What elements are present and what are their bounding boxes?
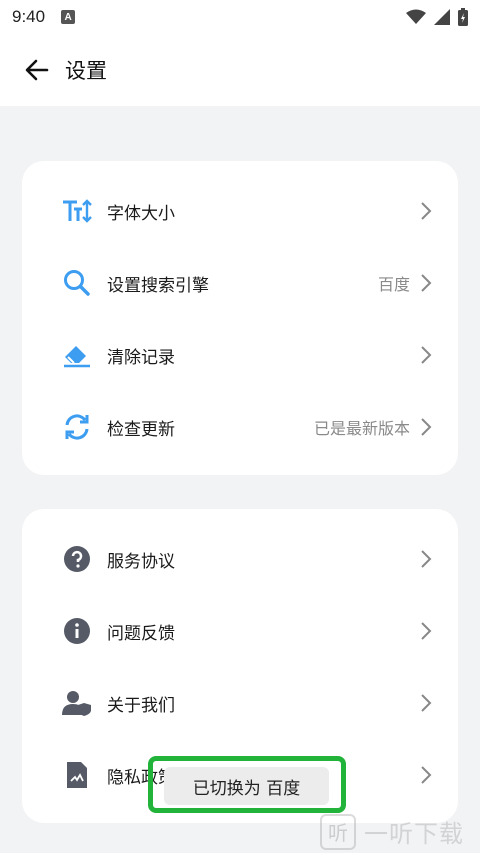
battery-icon: [458, 8, 468, 26]
font-size-row[interactable]: 字体大小: [22, 175, 458, 247]
eraser-icon: [62, 340, 92, 370]
feedback-label: 问题反馈: [107, 623, 175, 644]
watermark: 听 一听下载: [320, 810, 480, 853]
app-header: 设置: [0, 34, 480, 106]
search-engine-row[interactable]: 设置搜索引擎 百度: [22, 247, 458, 319]
chevron-right-icon: [418, 417, 434, 437]
page-title: 设置: [65, 59, 107, 83]
document-signature-icon: [62, 760, 92, 790]
search-engine-label: 设置搜索引擎: [107, 275, 209, 296]
chevron-right-icon: [418, 201, 434, 221]
service-agreement-row[interactable]: 服务协议: [22, 523, 458, 595]
text-size-icon: [62, 196, 92, 226]
chevron-right-icon: [418, 273, 434, 293]
chevron-right-icon: [418, 765, 434, 785]
chevron-right-icon: [418, 549, 434, 569]
toast-message: 已切换为 百度: [164, 767, 329, 805]
refresh-icon: [62, 412, 92, 442]
status-time: 9:40: [12, 7, 46, 26]
chevron-right-icon: [418, 693, 434, 713]
check-update-row[interactable]: 检查更新 已是最新版本: [22, 391, 458, 463]
status-bar: 9:40 A: [0, 0, 480, 34]
question-circle-icon: [62, 544, 92, 574]
watermark-text: 一听下载: [364, 820, 464, 848]
search-icon: [62, 268, 92, 298]
search-engine-value: 百度: [377, 275, 410, 294]
service-agreement-label: 服务协议: [107, 551, 175, 572]
toast-highlight: 已切换为 百度: [148, 756, 346, 813]
about-us-row[interactable]: 关于我们: [22, 667, 458, 739]
feedback-row[interactable]: 问题反馈: [22, 595, 458, 667]
signal-icon: [434, 9, 450, 25]
user-shield-icon: [62, 688, 92, 718]
chevron-right-icon: [418, 621, 434, 641]
back-button[interactable]: [13, 46, 61, 94]
clear-history-row[interactable]: 清除记录: [22, 319, 458, 391]
wifi-icon: [406, 9, 426, 24]
settings-card-general: 字体大小 设置搜索引擎 百度 清除记录 检查更新 已是最新版本: [22, 161, 458, 475]
arrow-left-icon: [25, 59, 49, 81]
chevron-right-icon: [418, 345, 434, 365]
about-us-label: 关于我们: [107, 695, 175, 716]
status-icons: [406, 8, 468, 26]
watermark-logo: 听: [320, 813, 356, 850]
update-status-value: 已是最新版本: [313, 419, 410, 438]
info-circle-icon: [62, 616, 92, 646]
font-size-label: 字体大小: [107, 203, 175, 224]
notification-icon: A: [61, 10, 76, 24]
check-update-label: 检查更新: [107, 419, 175, 440]
clear-history-label: 清除记录: [107, 347, 175, 368]
